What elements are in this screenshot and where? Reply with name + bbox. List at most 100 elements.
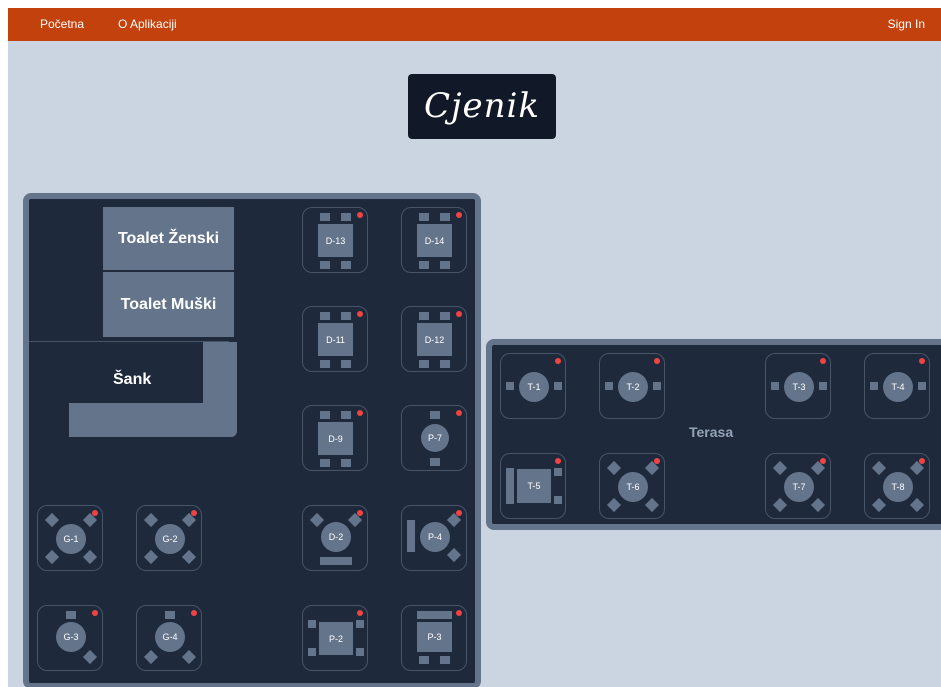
nav-signin-link[interactable]: Sign In xyxy=(888,8,925,41)
table-t3[interactable]: T-3 xyxy=(765,353,831,419)
table-label: D-9 xyxy=(318,422,353,455)
chair xyxy=(341,312,351,320)
chair xyxy=(871,460,887,476)
table-label: P-2 xyxy=(319,622,353,655)
chair xyxy=(810,497,826,513)
chair xyxy=(440,261,450,269)
toilet-women: Toalet Ženski xyxy=(103,207,234,270)
status-dot xyxy=(456,212,462,218)
table-t1[interactable]: T-1 xyxy=(500,353,566,419)
table-label: G-3 xyxy=(56,622,86,652)
chair xyxy=(870,382,878,390)
navbar: Početna O Aplikaciji Sign In xyxy=(8,8,941,41)
chair xyxy=(320,312,330,320)
status-dot xyxy=(456,410,462,416)
table-d14[interactable]: D-14 xyxy=(401,207,467,273)
chair xyxy=(430,411,440,419)
status-dot xyxy=(357,410,363,416)
table-t5[interactable]: T-5 xyxy=(500,453,566,519)
chair xyxy=(308,648,316,656)
chair xyxy=(320,411,330,419)
chair xyxy=(417,611,452,619)
chair xyxy=(430,458,440,466)
chair xyxy=(143,549,159,565)
chair xyxy=(419,360,429,368)
chair xyxy=(606,497,622,513)
status-dot xyxy=(357,311,363,317)
table-g3[interactable]: G-3 xyxy=(37,605,103,671)
table-label: D-2 xyxy=(321,522,351,552)
chair xyxy=(44,549,60,565)
table-label: G-2 xyxy=(155,524,185,554)
chair xyxy=(909,497,925,513)
table-p3[interactable]: P-3 xyxy=(401,605,467,671)
table-label: D-14 xyxy=(417,224,452,257)
chair xyxy=(143,512,159,528)
chair xyxy=(440,360,450,368)
chair xyxy=(772,460,788,476)
table-t4[interactable]: T-4 xyxy=(864,353,930,419)
table-t2[interactable]: T-2 xyxy=(599,353,665,419)
table-p2[interactable]: P-2 xyxy=(302,605,368,671)
chair xyxy=(440,312,450,320)
nav-about-link[interactable]: O Aplikaciji xyxy=(118,8,177,41)
chair xyxy=(772,497,788,513)
status-dot xyxy=(456,311,462,317)
chair xyxy=(819,382,827,390)
chair xyxy=(440,213,450,221)
chair xyxy=(165,611,175,619)
table-label: G-1 xyxy=(56,524,86,554)
chair xyxy=(341,360,351,368)
nav-home-link[interactable]: Početna xyxy=(40,8,84,41)
chair xyxy=(341,261,351,269)
status-dot xyxy=(357,510,363,516)
table-g2[interactable]: G-2 xyxy=(136,505,202,571)
chair xyxy=(506,382,514,390)
table-g1[interactable]: G-1 xyxy=(37,505,103,571)
chair xyxy=(440,656,450,664)
table-label: G-4 xyxy=(155,622,185,652)
status-dot xyxy=(92,610,98,616)
chair xyxy=(308,620,316,628)
chair xyxy=(309,512,325,528)
status-dot xyxy=(919,458,925,464)
table-label: D-12 xyxy=(417,323,452,356)
table-label: T-4 xyxy=(883,372,913,402)
chair xyxy=(341,411,351,419)
table-label: T-8 xyxy=(883,472,913,502)
table-label: T-5 xyxy=(517,469,551,503)
table-d2[interactable]: D-2 xyxy=(302,505,368,571)
chair xyxy=(181,549,197,565)
chair xyxy=(554,496,562,504)
status-dot xyxy=(919,358,925,364)
chair xyxy=(554,382,562,390)
chair xyxy=(419,656,429,664)
table-t8[interactable]: T-8 xyxy=(864,453,930,519)
toilet-men: Toalet Muški xyxy=(103,272,234,337)
table-d9[interactable]: D-9 xyxy=(302,405,368,471)
chair xyxy=(771,382,779,390)
chair xyxy=(644,497,660,513)
status-dot xyxy=(820,358,826,364)
table-label: P-4 xyxy=(420,522,450,552)
table-d13[interactable]: D-13 xyxy=(302,207,368,273)
table-t6[interactable]: T-6 xyxy=(599,453,665,519)
page: Početna O Aplikaciji Sign In Cjenik Toal… xyxy=(8,8,941,687)
table-p4[interactable]: P-4 xyxy=(401,505,467,571)
table-p7[interactable]: P-7 xyxy=(401,405,467,471)
table-d11[interactable]: D-11 xyxy=(302,306,368,372)
chair xyxy=(356,620,364,628)
table-d12[interactable]: D-12 xyxy=(401,306,467,372)
table-label: T-1 xyxy=(519,372,549,402)
chair xyxy=(606,460,622,476)
status-dot xyxy=(654,458,660,464)
table-label: T-3 xyxy=(784,372,814,402)
status-dot xyxy=(357,212,363,218)
chair xyxy=(419,213,429,221)
table-g4[interactable]: G-4 xyxy=(136,605,202,671)
table-t7[interactable]: T-7 xyxy=(765,453,831,519)
chair xyxy=(446,547,462,563)
chair xyxy=(66,611,76,619)
chair xyxy=(356,648,364,656)
page-title: Cjenik xyxy=(408,74,556,139)
